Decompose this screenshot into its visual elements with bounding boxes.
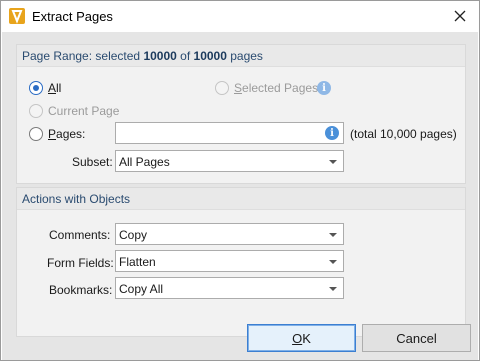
chevron-down-icon bbox=[329, 160, 337, 164]
form-fields-label: Form Fields: bbox=[47, 256, 114, 270]
comments-dropdown[interactable]: Copy bbox=[115, 223, 344, 245]
all-radio[interactable] bbox=[29, 81, 43, 95]
close-icon bbox=[454, 10, 466, 22]
form-fields-dropdown[interactable]: Flatten bbox=[115, 250, 344, 272]
current-page-radio[interactable] bbox=[29, 104, 43, 118]
ok-button[interactable]: OK bbox=[247, 324, 356, 352]
total-pages-text: (total 10,000 pages) bbox=[350, 127, 457, 141]
form-fields-value: Flatten bbox=[119, 255, 156, 269]
selected-count: 10000 bbox=[143, 49, 177, 63]
chevron-down-icon bbox=[329, 260, 337, 264]
bookmarks-dropdown[interactable]: Copy All bbox=[115, 277, 344, 299]
bookmarks-value: Copy All bbox=[119, 282, 164, 296]
pages-label[interactable]: Pages: bbox=[48, 127, 85, 141]
bookmarks-label: Bookmarks: bbox=[49, 283, 113, 297]
actions-heading: Actions with Objects bbox=[22, 192, 131, 206]
close-button[interactable] bbox=[447, 4, 473, 28]
selected-pages-label[interactable]: Selected Pages bbox=[234, 81, 318, 95]
cancel-button-label: Cancel bbox=[396, 330, 437, 346]
app-icon bbox=[9, 8, 25, 24]
title-bar: Extract Pages bbox=[1, 1, 479, 32]
subset-label: Subset: bbox=[72, 155, 113, 169]
page-range-heading: Page Range: selected 10000 of 10000 page… bbox=[22, 49, 263, 63]
subset-dropdown[interactable]: All Pages bbox=[115, 150, 344, 172]
info-icon[interactable]: i bbox=[325, 126, 339, 140]
actions-group: Actions with Objects Comments: Copy Form… bbox=[16, 187, 466, 337]
all-label[interactable]: All bbox=[48, 81, 61, 95]
subset-value: All Pages bbox=[119, 155, 170, 169]
cancel-button[interactable]: Cancel bbox=[362, 324, 471, 352]
info-icon[interactable]: i bbox=[317, 81, 331, 95]
pages-input[interactable]: i bbox=[115, 122, 344, 144]
extract-pages-dialog: Extract Pages Page Range: selected 10000… bbox=[0, 0, 480, 361]
actions-header: Actions with Objects bbox=[17, 188, 465, 210]
comments-value: Copy bbox=[119, 228, 148, 242]
current-page-label[interactable]: Current Page bbox=[48, 104, 119, 118]
page-range-header: Page Range: selected 10000 of 10000 page… bbox=[17, 45, 465, 67]
total-count: 10000 bbox=[193, 49, 227, 63]
pages-radio[interactable] bbox=[29, 127, 43, 141]
comments-label: Comments: bbox=[49, 228, 111, 242]
page-range-group: Page Range: selected 10000 of 10000 page… bbox=[16, 44, 466, 184]
window-title: Extract Pages bbox=[32, 9, 113, 24]
selected-pages-radio[interactable] bbox=[215, 81, 229, 95]
dialog-body: Page Range: selected 10000 of 10000 page… bbox=[2, 32, 478, 360]
ok-button-label: OK bbox=[292, 330, 311, 346]
chevron-down-icon bbox=[329, 287, 337, 291]
chevron-down-icon bbox=[329, 233, 337, 237]
